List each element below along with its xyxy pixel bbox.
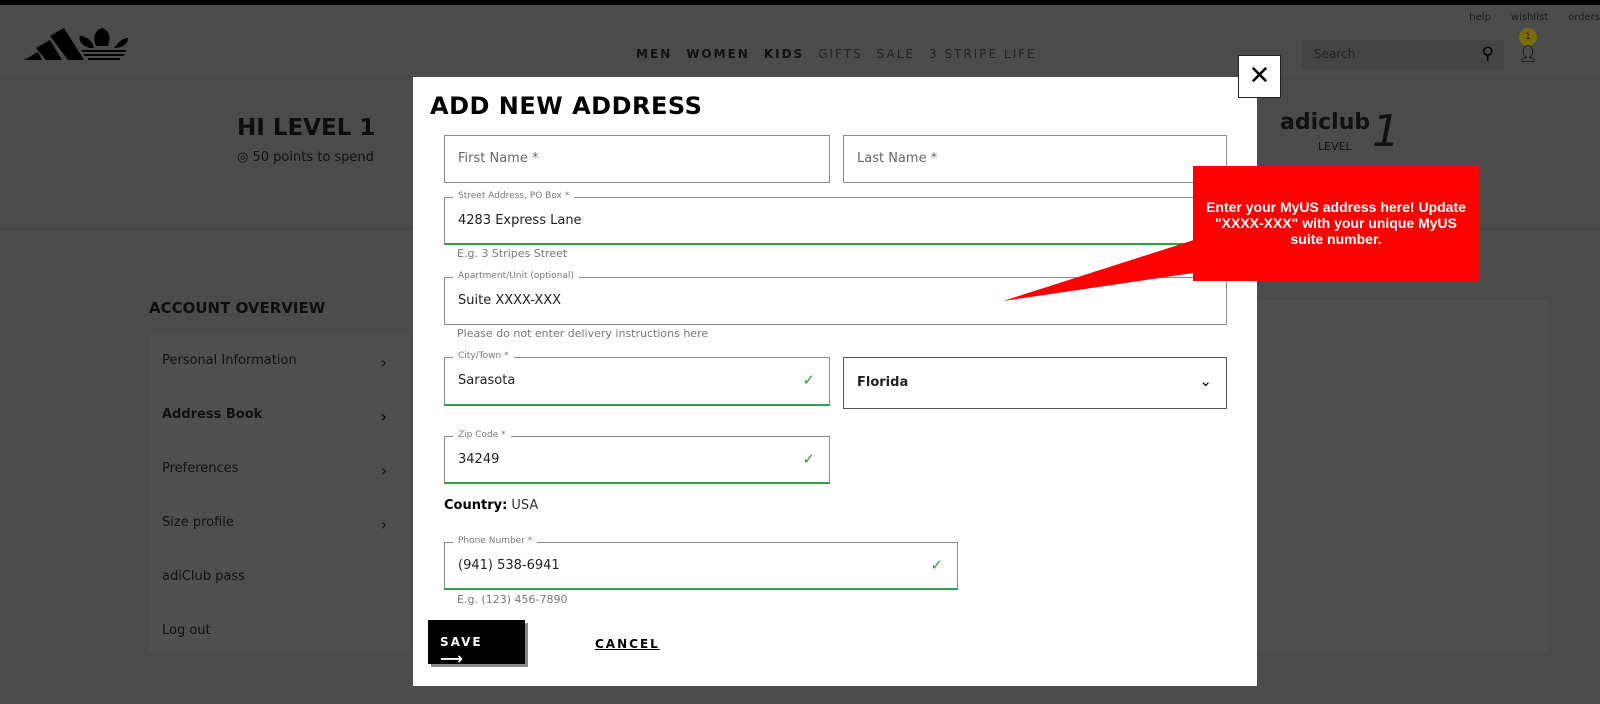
callout-annotation: Enter your MyUS address here! Update "XX… [1193, 166, 1479, 281]
callout-pointer [1003, 238, 1200, 301]
